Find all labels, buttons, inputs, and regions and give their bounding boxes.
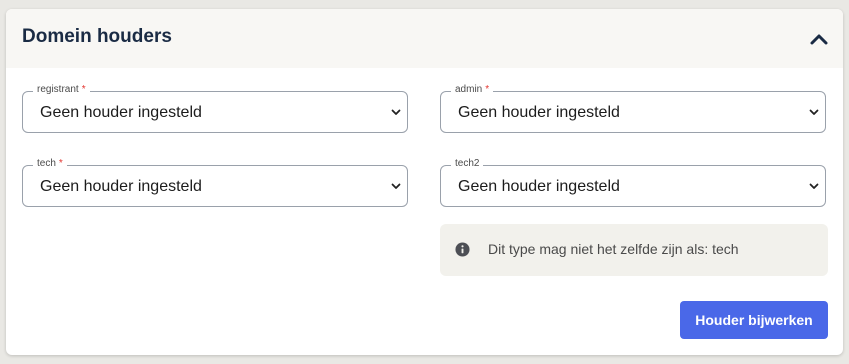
collapse-button[interactable]: [807, 27, 831, 51]
update-holder-button[interactable]: Houder bijwerken: [680, 301, 828, 339]
admin-select[interactable]: Geen houder ingesteld: [440, 91, 826, 133]
domain-holders-card: Domein houders Geen houder ingesteld reg…: [6, 9, 843, 355]
tech-label: tech *: [33, 158, 67, 170]
card-title: Domein houders: [22, 26, 172, 47]
required-marker: *: [58, 158, 63, 169]
required-marker: *: [485, 84, 490, 95]
tech-label-text: tech: [37, 158, 56, 169]
tech-select[interactable]: Geen houder ingesteld: [22, 165, 408, 207]
chevron-up-icon: [810, 34, 828, 45]
registrant-label-text: registrant: [37, 84, 79, 95]
card-header[interactable]: Domein houders: [6, 9, 843, 68]
registrant-field: Geen houder ingesteld registrant *: [22, 84, 408, 133]
required-marker: *: [81, 84, 86, 95]
tech2-field: Geen houder ingesteld tech2: [440, 158, 826, 207]
info-circle-icon: [455, 242, 470, 257]
info-alert: Dit type mag niet het zelfde zijn als: t…: [440, 224, 828, 276]
registrant-select[interactable]: Geen houder ingesteld: [22, 91, 408, 133]
tech2-select[interactable]: Geen houder ingesteld: [440, 165, 826, 207]
admin-label-text: admin: [455, 84, 483, 95]
registrant-label: registrant *: [33, 84, 90, 96]
info-message: Dit type mag niet het zelfde zijn als: t…: [488, 241, 739, 257]
tech2-label-text: tech2: [455, 158, 480, 169]
tech-field: Geen houder ingesteld tech *: [22, 158, 408, 207]
tech2-label: tech2: [451, 158, 484, 170]
admin-field: Geen houder ingesteld admin *: [440, 84, 826, 133]
admin-label: admin *: [451, 84, 494, 96]
